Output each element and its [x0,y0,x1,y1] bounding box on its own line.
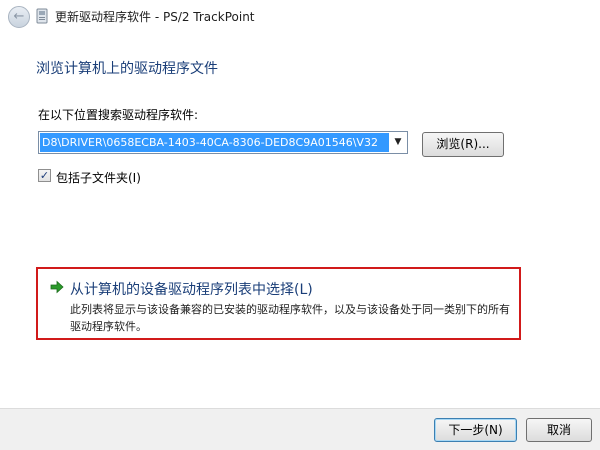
include-subfolders-label: 包括子文件夹(I) [56,171,141,185]
window-title: 更新驱动程序软件 - PS/2 TrackPoint [55,10,255,24]
back-arrow-icon[interactable]: ← [8,6,30,28]
cancel-button[interactable]: 取消 [526,418,592,442]
green-arrow-icon [50,280,64,294]
browse-button[interactable]: 浏览(R)... [422,132,504,157]
pick-from-list-description: 此列表将显示与该设备兼容的已安装的驱动程序软件，以及与该设备处于同一类别下的所有… [70,303,510,333]
pick-from-list-link[interactable]: 从计算机的设备驱动程序列表中选择(L) [70,279,313,299]
chevron-down-icon[interactable]: ▼ [389,132,407,153]
page-heading: 浏览计算机上的驱动程序文件 [36,61,218,77]
path-input[interactable] [40,133,389,152]
checkbox-checked-icon[interactable]: ✓ [38,169,51,182]
path-combobox[interactable]: ▼ [38,131,408,154]
title-bar: ← 更新驱动程序软件 - PS/2 TrackPoint [0,0,600,32]
search-location-label: 在以下位置搜索驱动程序软件: [38,108,199,122]
device-icon [36,8,48,24]
next-button[interactable]: 下一步(N) [434,418,517,442]
footer-bar: 下一步(N) 取消 [0,408,600,450]
